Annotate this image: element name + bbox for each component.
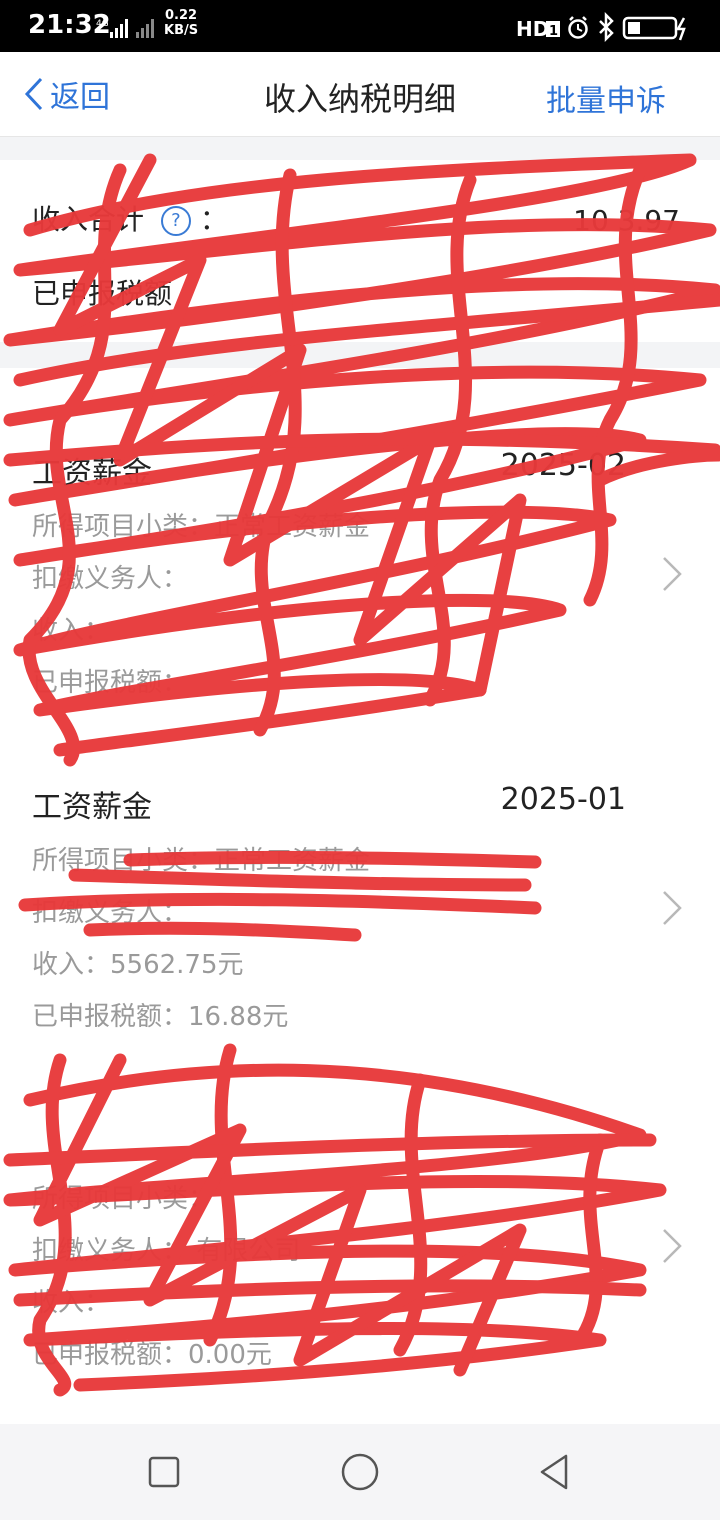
alarm-icon [568,16,588,39]
record-income: 收入： [32,1288,111,1318]
battery-icon [622,16,686,41]
income-total-value: 10 3.97 [573,204,680,237]
income-total-row: 收入合计 ? ： [32,203,228,236]
summary-card: 收入合计 ? ： 10 3.97 已申报税额 [0,160,720,342]
record-subcategory: 所得项目小类：正常工资薪金 [32,846,371,876]
svg-text:HD: HD [516,17,549,41]
circle-icon[interactable] [338,1450,382,1494]
income-total-label: 收入合计 [32,203,145,236]
record-date: 2025-02 [500,448,626,483]
bluetooth-icon [599,12,614,42]
hd-icon: HD 1 [516,17,560,41]
network-speed: 0.22 KB/S [164,8,199,38]
record-declared-tax: 已申报税额：16.88元 [32,1002,289,1032]
chevron-right-icon [663,891,682,925]
signal-icon: 4G [96,19,154,38]
record-income: 收入： [32,616,111,646]
status-icons: HD 1 [516,12,686,42]
triangle-back-icon[interactable] [534,1450,578,1494]
declared-total-label: 已申报税额 [32,277,173,310]
square-icon[interactable] [142,1450,186,1494]
record-income: 收入：5562.75元 [32,950,244,980]
help-circle-icon[interactable]: ? [160,206,191,236]
svg-text:4G: 4G [96,19,109,29]
record-date: 2025-01 [500,782,626,817]
batch-appeal-button[interactable]: 批量申诉 [546,76,666,120]
svg-text:1: 1 [549,24,558,39]
record-item[interactable]: 工资薪金 2025-01 所得项目小类：正常工资薪金 扣缴义务人： 收入：556… [0,782,720,1112]
declared-total-row: 已申报税额 [32,272,172,312]
record-withholder: 扣缴义务人： 有限公司 [32,1236,301,1266]
chevron-right-icon [663,1229,682,1263]
record-title: 工资薪金 [32,790,152,825]
chevron-right-icon [663,557,682,591]
system-nav-bar [0,1424,720,1520]
nav-bar: 返回 收入纳税明细 批量申诉 [0,52,720,137]
record-item[interactable]: 工资薪金 2025-02 所得项目小类：正常工资薪金 扣缴义务人： 收入： 已申… [0,448,720,778]
record-subcategory: 所得项目小类：正常工资薪金 [32,512,371,542]
record-item[interactable]: 所得项目小类： 扣缴义务人： 有限公司 收入： 已申报税额：0.00元 [0,1120,720,1450]
record-withholder: 扣缴义务人： [32,898,189,928]
record-declared-tax: 已申报税额：0.00元 [32,1340,272,1370]
record-withholder: 扣缴义务人： [32,564,189,594]
status-bar: 21:32 4G 0.22 KB/S HD 1 [0,0,720,52]
records-list: 工资薪金 2025-02 所得项目小类：正常工资薪金 扣缴义务人： 收入： 已申… [0,368,720,1424]
record-subcategory: 所得项目小类： [32,1184,215,1214]
record-title: 工资薪金 [32,456,152,491]
record-declared-tax: 已申报税额： [32,668,189,698]
